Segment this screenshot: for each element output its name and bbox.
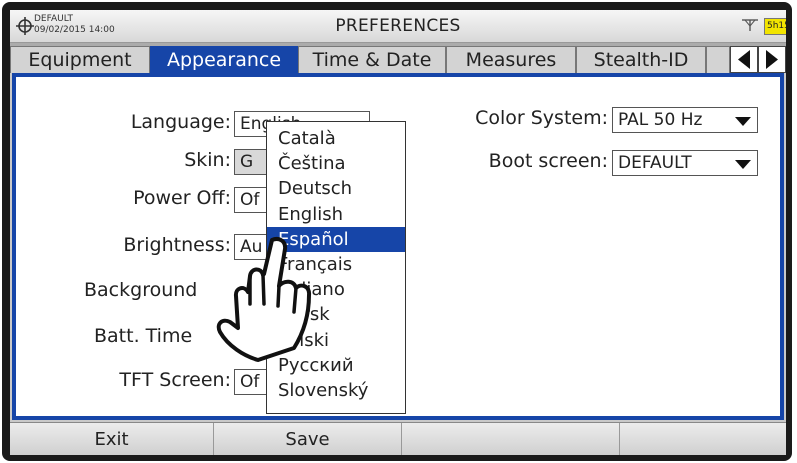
left-arrow-icon <box>738 50 750 69</box>
language-option-catala[interactable]: Català <box>267 126 405 151</box>
tab-scroll-right-button[interactable] <box>758 46 786 73</box>
footer-button-3[interactable] <box>402 423 620 455</box>
tab-bar: Equipment Appearance Time & Date Measure… <box>10 43 786 73</box>
background-label: Background <box>84 279 198 301</box>
right-arrow-icon <box>766 50 778 69</box>
skin-label: Skin: <box>184 149 231 171</box>
power-off-label: Power Off: <box>133 187 231 209</box>
battery-icon: 5h15 <box>764 18 786 35</box>
language-option-slovensky[interactable]: Slovenský <box>267 378 405 403</box>
language-option-cestina[interactable]: Čeština <box>267 151 405 176</box>
color-system-select[interactable]: PAL 50 Hz <box>612 107 758 133</box>
tab-stealth-id[interactable]: Stealth-ID <box>576 46 706 73</box>
color-system-value: PAL 50 Hz <box>618 110 703 130</box>
exit-button[interactable]: Exit <box>10 423 214 455</box>
language-option-english[interactable]: English <box>267 202 405 227</box>
tab-appearance[interactable]: Appearance <box>150 46 298 73</box>
boot-screen-select[interactable]: DEFAULT <box>612 150 758 176</box>
language-label: Language: <box>130 111 231 133</box>
tab-time-date[interactable]: Time & Date <box>298 46 446 73</box>
screen: DEFAULT 09/02/2015 14:00 PREFERENCES 5h1… <box>10 10 786 455</box>
footer-button-4[interactable] <box>620 423 786 455</box>
battery-label: 5h15 <box>767 21 786 31</box>
tab-overflow <box>706 46 730 73</box>
footer-bar: Exit Save <box>10 422 786 455</box>
tft-screen-label: TFT Screen: <box>119 369 231 391</box>
dropdown-caret-icon <box>735 117 751 126</box>
tab-equipment[interactable]: Equipment <box>10 46 150 73</box>
save-button[interactable]: Save <box>214 423 402 455</box>
page-title: PREFERENCES <box>335 16 461 36</box>
boot-screen-label: Boot screen: <box>488 150 608 172</box>
boot-screen-value: DEFAULT <box>618 153 692 173</box>
tab-measures[interactable]: Measures <box>446 46 576 73</box>
tab-scroll-left-button[interactable] <box>730 46 758 73</box>
batt-time-label: Batt. Time <box>94 325 193 347</box>
pointing-hand-icon <box>216 237 312 362</box>
header-bar: DEFAULT 09/02/2015 14:00 PREFERENCES 5h1… <box>10 10 786 43</box>
antenna-icon <box>742 19 758 31</box>
device-frame: DEFAULT 09/02/2015 14:00 PREFERENCES 5h1… <box>2 2 792 461</box>
color-system-label: Color System: <box>475 107 608 129</box>
dropdown-caret-icon <box>735 160 751 169</box>
language-option-deutsch[interactable]: Deutsch <box>267 176 405 201</box>
